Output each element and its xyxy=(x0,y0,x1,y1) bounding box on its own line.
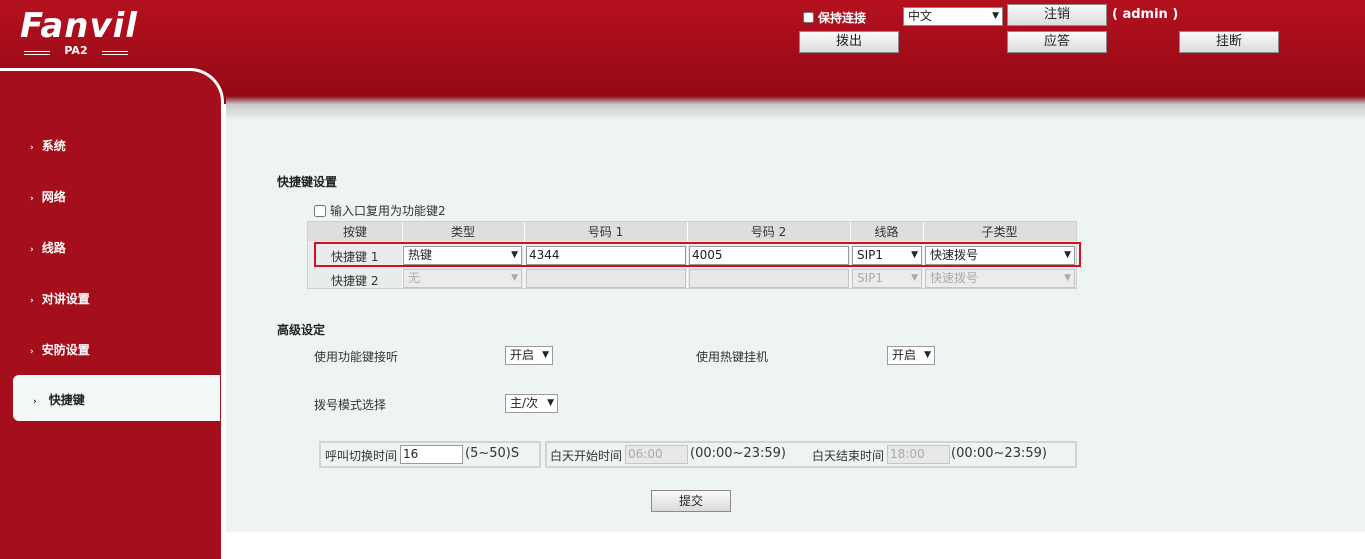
language-value: 中文 xyxy=(908,9,933,23)
row-key-label: 快捷键 2 xyxy=(331,274,379,288)
key2-subtype-select[interactable]: 快速拨号 ▼ xyxy=(925,269,1075,288)
call-switch-input[interactable]: 16 xyxy=(400,445,463,464)
column-header: 子类型 xyxy=(981,225,1018,239)
sidebar-item-system[interactable]: › 系统 xyxy=(30,137,66,154)
user-label: ( admin ) xyxy=(1112,7,1179,22)
sidebar-item-label: 安防设置 xyxy=(41,343,90,357)
dial-mode-select[interactable]: 主/次 ▼ xyxy=(505,394,558,413)
day-start-input[interactable]: 06:00 xyxy=(625,445,688,464)
dropdown-arrow-icon: ▼ xyxy=(511,273,518,283)
dropdown-arrow-icon: ▼ xyxy=(1064,273,1071,283)
chevron-right-icon: › xyxy=(30,347,34,357)
day-end-label: 白天结束时间 xyxy=(812,449,885,463)
day-end-input[interactable]: 18:00 xyxy=(887,445,950,464)
dropdown-arrow-icon: ▼ xyxy=(924,350,931,360)
chevron-right-icon: › xyxy=(33,397,37,407)
sidebar-item-label: 对讲设置 xyxy=(41,292,90,306)
dropdown-arrow-icon: ▼ xyxy=(547,398,554,408)
chevron-right-icon: › xyxy=(30,296,34,306)
key2-line-select[interactable]: SIP1 ▼ xyxy=(852,269,922,288)
logo-decor-line xyxy=(102,51,128,52)
column-header: 线路 xyxy=(874,225,899,239)
key2-type-value: 无 xyxy=(408,271,421,285)
chevron-right-icon: › xyxy=(30,245,34,255)
key2-type-select[interactable]: 无 ▼ xyxy=(403,269,522,288)
function-keys-title: 快捷键设置 xyxy=(277,175,338,189)
sidebar-item-function-keys-label: › 快捷键 xyxy=(33,391,85,408)
dial-mode-label: 拨号模式选择 xyxy=(314,398,387,412)
key2-subtype-value: 快速拨号 xyxy=(930,271,979,285)
day-start-range: (00:00~23:59) xyxy=(690,446,786,461)
sidebar-item-intercom[interactable]: › 对讲设置 xyxy=(30,290,90,307)
column-header: 号码 2 xyxy=(750,225,787,239)
fanvil-logo: Fanvil PA2 xyxy=(20,6,138,60)
submit-button[interactable]: 提交 xyxy=(651,490,731,512)
sidebar-item-security[interactable]: › 安防设置 xyxy=(30,341,90,358)
input-reuse-label: 输入口复用为功能键2 xyxy=(330,204,446,218)
keep-connection-checkbox[interactable] xyxy=(803,12,814,23)
answer-button[interactable]: 应答 xyxy=(1007,31,1107,53)
column-header: 号码 1 xyxy=(587,225,624,239)
hotkey-hangup-select[interactable]: 开启 ▼ xyxy=(887,346,935,365)
logo-text: Fanvil xyxy=(20,6,138,46)
hangup-button[interactable]: 挂断 xyxy=(1179,31,1279,53)
sidebar-item-network[interactable]: › 网络 xyxy=(30,188,66,205)
keep-connection: 保持连接 xyxy=(803,9,866,26)
fk-answer-value: 开启 xyxy=(510,348,535,362)
logout-button[interactable]: 注销 xyxy=(1007,4,1107,26)
input-reuse-option: 输入口复用为功能键2 xyxy=(314,202,446,219)
sidebar-item-label: 快捷键 xyxy=(48,393,85,407)
fk-answer-label: 使用功能键接听 xyxy=(314,350,399,364)
keep-connection-label: 保持连接 xyxy=(818,11,867,25)
key2-number2-input[interactable] xyxy=(689,269,849,288)
highlighted-row-outline xyxy=(314,242,1081,267)
column-header: 类型 xyxy=(450,225,475,239)
fk-answer-select[interactable]: 开启 ▼ xyxy=(505,346,553,365)
header-shadow xyxy=(226,96,1365,120)
key2-number1-input[interactable] xyxy=(526,269,686,288)
column-header: 按键 xyxy=(342,225,367,239)
main-content xyxy=(226,120,1365,532)
key2-line-value: SIP1 xyxy=(857,271,884,285)
hotkey-hangup-label: 使用热键挂机 xyxy=(696,350,769,364)
call-switch-label: 呼叫切换时间 xyxy=(325,449,398,463)
sidebar-item-label: 网络 xyxy=(41,190,66,204)
hotkey-hangup-value: 开启 xyxy=(892,348,917,362)
sidebar-item-label: 线路 xyxy=(41,241,66,255)
dropdown-arrow-icon: ▼ xyxy=(911,273,918,283)
dial-mode-value: 主/次 xyxy=(510,396,539,410)
call-switch-range: (5~50)S xyxy=(465,446,520,461)
chevron-right-icon: › xyxy=(30,143,34,153)
day-start-label: 白天开始时间 xyxy=(550,449,623,463)
dial-out-button[interactable]: 拨出 xyxy=(799,31,899,53)
chevron-right-icon: › xyxy=(30,194,34,204)
language-select[interactable]: 中文 ▼ xyxy=(903,7,1003,26)
advanced-title: 高级设定 xyxy=(277,323,326,337)
sidebar-item-label: 系统 xyxy=(41,139,66,153)
sidebar-item-lines[interactable]: › 线路 xyxy=(30,239,66,256)
day-end-range: (00:00~23:59) xyxy=(951,446,1047,461)
dropdown-arrow-icon: ▼ xyxy=(542,350,549,360)
dropdown-arrow-icon: ▼ xyxy=(992,11,999,21)
input-reuse-checkbox[interactable] xyxy=(314,204,326,217)
